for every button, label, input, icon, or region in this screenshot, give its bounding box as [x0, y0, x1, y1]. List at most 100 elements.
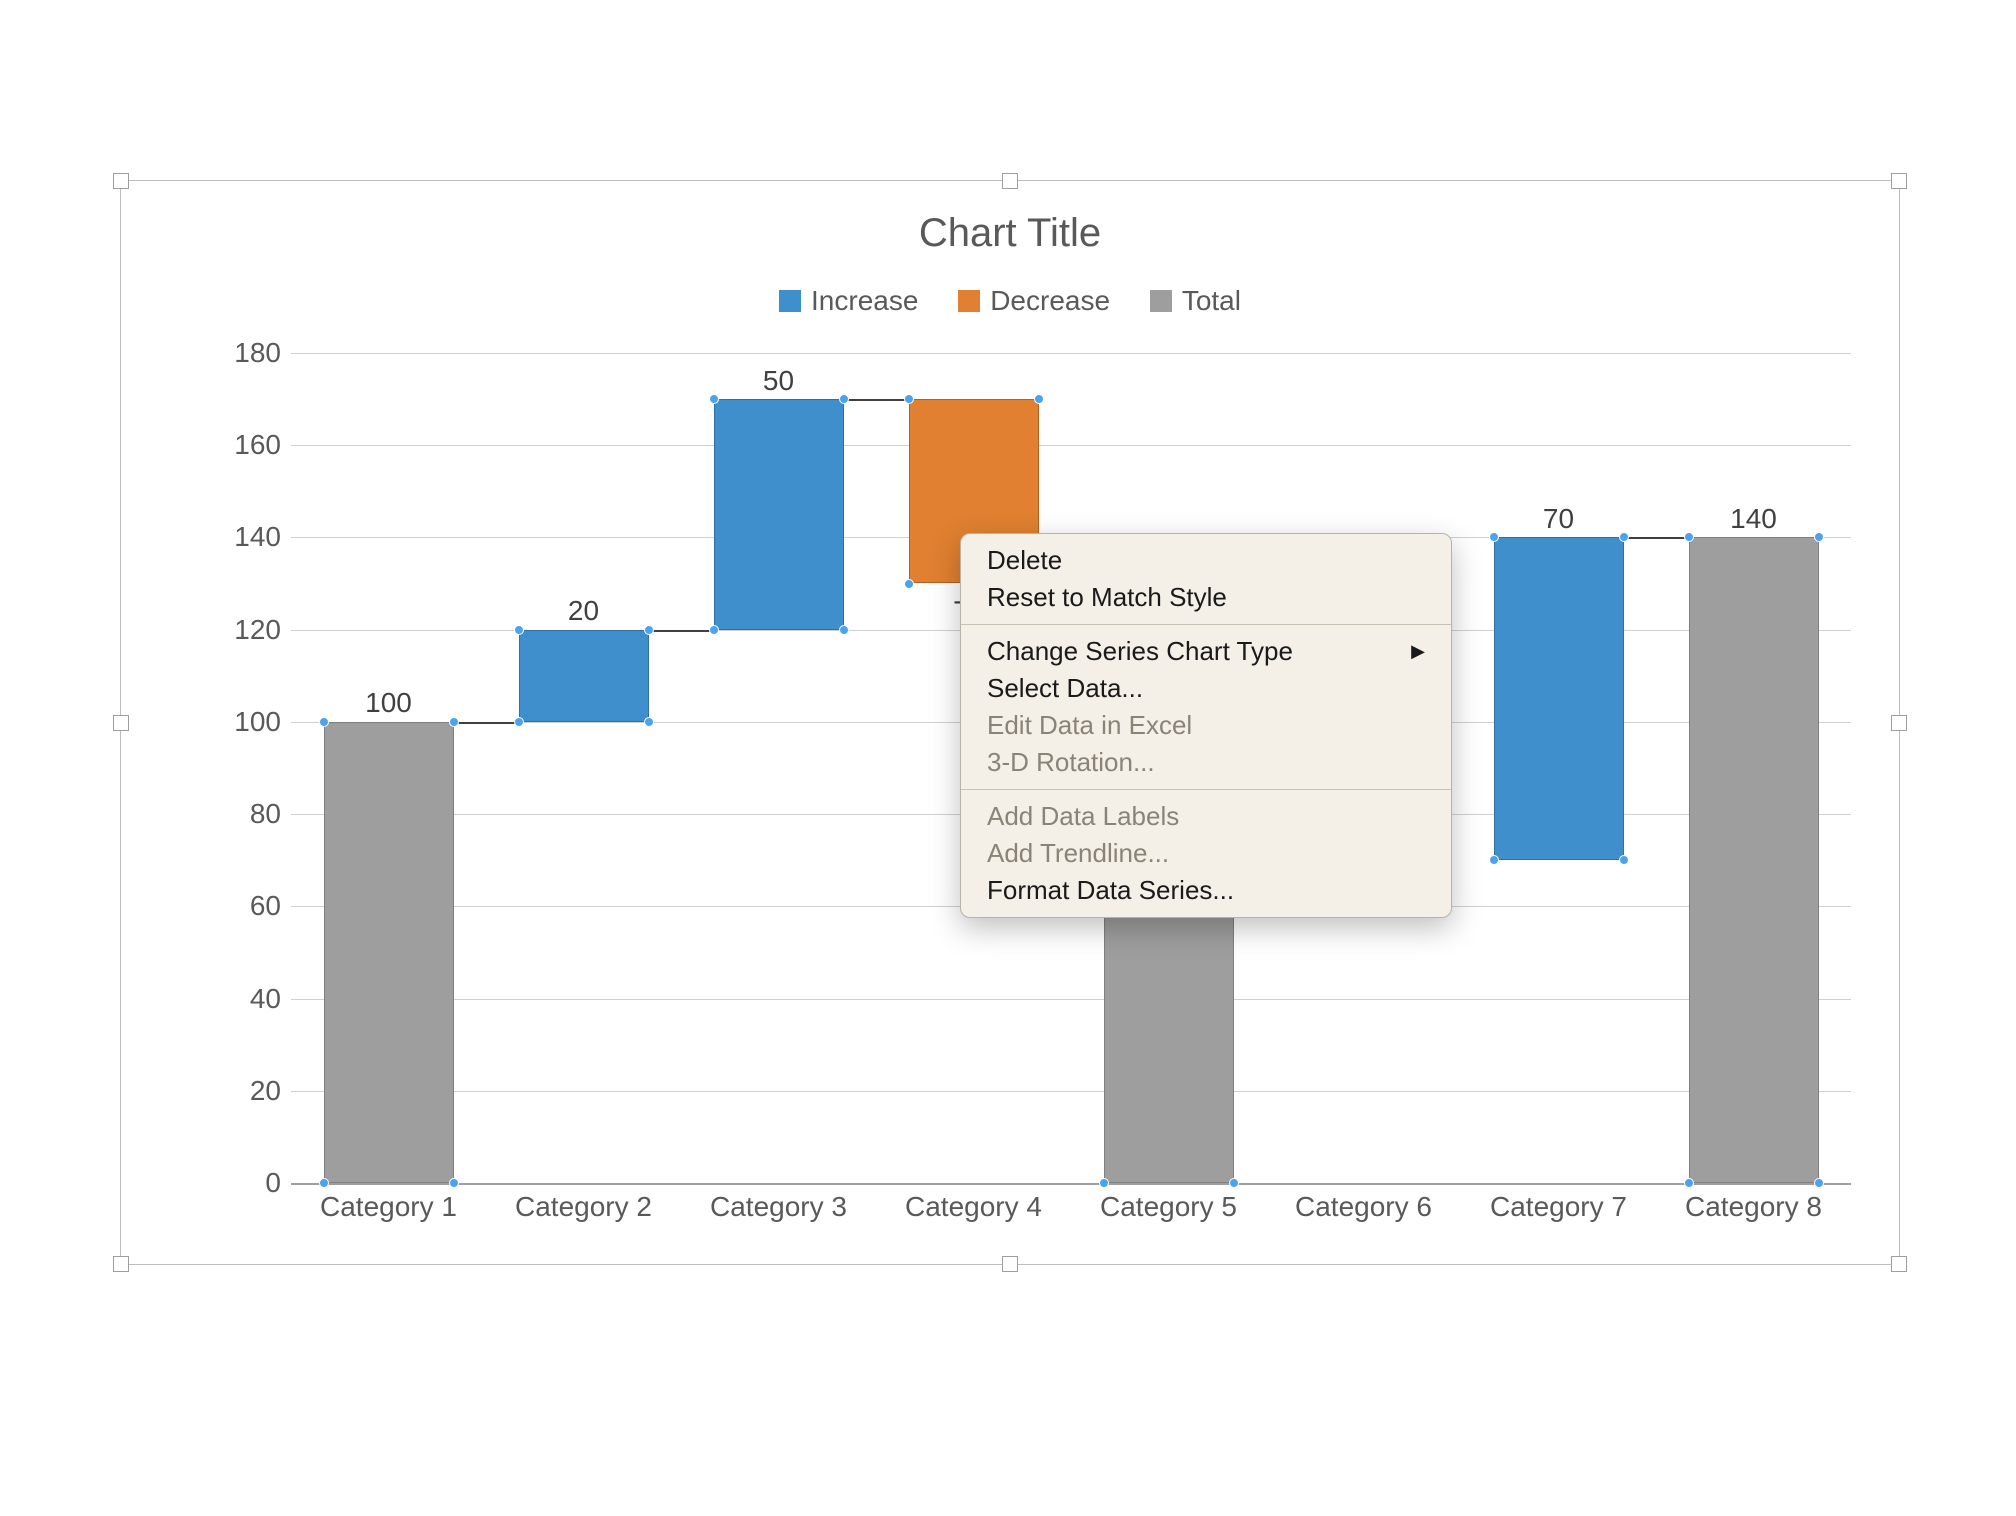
gridline: [291, 999, 1851, 1000]
y-tick: 180: [221, 337, 281, 369]
selection-point: [709, 394, 719, 404]
x-tick: Category 5: [1071, 1191, 1266, 1223]
selection-point: [1619, 532, 1629, 542]
chart-legend[interactable]: Increase Decrease Total: [121, 285, 1899, 319]
x-axis-line: [291, 1183, 1851, 1185]
legend-swatch-decrease: [958, 290, 980, 312]
selection-point: [1099, 1178, 1109, 1188]
data-label: 20: [519, 595, 649, 627]
selection-point: [449, 717, 459, 727]
menu-separator: [961, 789, 1451, 790]
menu-label: Change Series Chart Type: [987, 636, 1293, 667]
y-tick: 20: [221, 1075, 281, 1107]
menu-change-series-chart-type[interactable]: Change Series Chart Type ▶: [961, 633, 1451, 670]
resize-handle-top-left[interactable]: [113, 173, 129, 189]
legend-label: Increase: [811, 285, 918, 317]
selection-point: [449, 1178, 459, 1188]
selection-point: [319, 717, 329, 727]
resize-handle-bottom-left[interactable]: [113, 1256, 129, 1272]
legend-label: Decrease: [990, 285, 1110, 317]
selection-point: [904, 579, 914, 589]
y-tick: 80: [221, 798, 281, 830]
x-tick: Category 2: [486, 1191, 681, 1223]
context-menu[interactable]: Delete Reset to Match Style Change Serie…: [960, 533, 1452, 918]
menu-label: Format Data Series...: [987, 875, 1234, 906]
menu-reset-style[interactable]: Reset to Match Style: [961, 579, 1451, 616]
resize-handle-bottom-right[interactable]: [1891, 1256, 1907, 1272]
selection-point: [644, 625, 654, 635]
resize-handle-bottom[interactable]: [1002, 1256, 1018, 1272]
connector-line: [454, 722, 519, 724]
legend-item-increase[interactable]: Increase: [779, 285, 918, 317]
bar-total[interactable]: [324, 722, 454, 1183]
legend-item-total[interactable]: Total: [1150, 285, 1241, 317]
legend-swatch-increase: [779, 290, 801, 312]
y-tick: 120: [221, 614, 281, 646]
x-tick: Category 8: [1656, 1191, 1851, 1223]
gridline: [291, 1091, 1851, 1092]
x-tick: Category 4: [876, 1191, 1071, 1223]
resize-handle-top-right[interactable]: [1891, 173, 1907, 189]
y-tick: 40: [221, 983, 281, 1015]
legend-label: Total: [1182, 285, 1241, 317]
bar-total[interactable]: [1689, 537, 1819, 1183]
menu-label: 3-D Rotation...: [987, 747, 1155, 778]
selection-point: [319, 1178, 329, 1188]
selection-point: [644, 717, 654, 727]
resize-handle-top[interactable]: [1002, 173, 1018, 189]
menu-add-trendline: Add Trendline...: [961, 835, 1451, 872]
selection-point: [1684, 1178, 1694, 1188]
menu-label: Edit Data in Excel: [987, 710, 1192, 741]
data-label: 100: [324, 687, 454, 719]
menu-3d-rotation: 3-D Rotation...: [961, 744, 1451, 781]
selection-point: [839, 625, 849, 635]
menu-add-data-labels: Add Data Labels: [961, 798, 1451, 835]
data-label: 70: [1494, 503, 1624, 535]
selection-point: [1489, 532, 1499, 542]
selection-point: [904, 394, 914, 404]
menu-edit-data-excel: Edit Data in Excel: [961, 707, 1451, 744]
menu-format-data-series[interactable]: Format Data Series...: [961, 872, 1451, 909]
x-tick: Category 6: [1266, 1191, 1461, 1223]
y-tick: 0: [221, 1167, 281, 1199]
selection-point: [1229, 1178, 1239, 1188]
bar-increase[interactable]: [714, 399, 844, 630]
menu-label: Reset to Match Style: [987, 582, 1227, 613]
y-tick: 60: [221, 890, 281, 922]
menu-delete[interactable]: Delete: [961, 542, 1451, 579]
x-axis: Category 1 Category 2 Category 3 Categor…: [291, 1191, 1851, 1231]
menu-label: Add Trendline...: [987, 838, 1169, 869]
legend-item-decrease[interactable]: Decrease: [958, 285, 1110, 317]
submenu-arrow-icon: ▶: [1411, 641, 1425, 662]
resize-handle-right[interactable]: [1891, 715, 1907, 731]
selection-point: [839, 394, 849, 404]
selection-point: [1619, 855, 1629, 865]
selection-point: [1814, 1178, 1824, 1188]
selection-point: [514, 717, 524, 727]
gridline: [291, 445, 1851, 446]
x-tick: Category 7: [1461, 1191, 1656, 1223]
selection-point: [709, 625, 719, 635]
data-label: 50: [714, 365, 844, 397]
menu-select-data[interactable]: Select Data...: [961, 670, 1451, 707]
bar-increase[interactable]: [1494, 537, 1624, 860]
selection-point: [1489, 855, 1499, 865]
selection-point: [514, 625, 524, 635]
selection-point: [1684, 532, 1694, 542]
connector-line: [649, 630, 714, 632]
resize-handle-left[interactable]: [113, 715, 129, 731]
chart-title[interactable]: Chart Title: [121, 211, 1899, 256]
menu-label: Select Data...: [987, 673, 1143, 704]
menu-label: Add Data Labels: [987, 801, 1179, 832]
bar-increase[interactable]: [519, 630, 649, 722]
data-label: 140: [1689, 503, 1819, 535]
connector-line: [844, 399, 909, 401]
connector-line: [1624, 537, 1689, 539]
gridline: [291, 353, 1851, 354]
x-tick: Category 3: [681, 1191, 876, 1223]
y-tick: 100: [221, 706, 281, 738]
y-tick: 160: [221, 429, 281, 461]
menu-label: Delete: [987, 545, 1062, 576]
legend-swatch-total: [1150, 290, 1172, 312]
y-tick: 140: [221, 521, 281, 553]
